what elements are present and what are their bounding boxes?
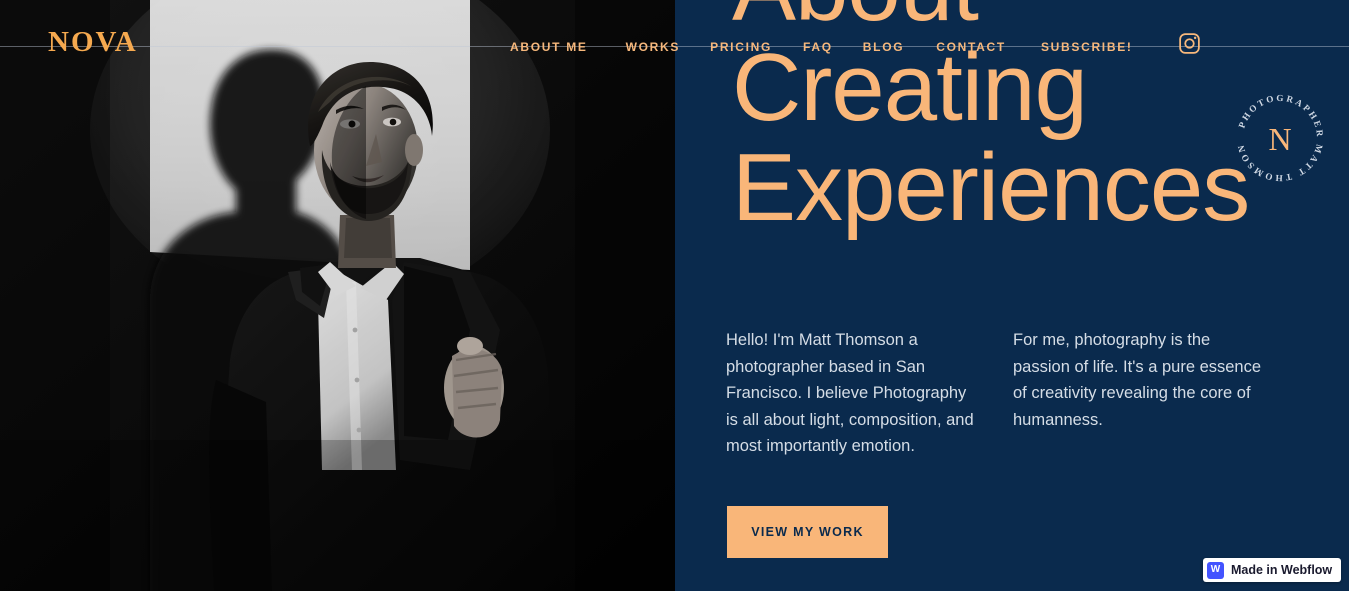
main-navigation: ABOUT ME WORKS PRICING FAQ BLOG CONTACT … xyxy=(510,33,1202,56)
nav-about-me[interactable]: ABOUT ME xyxy=(510,39,588,55)
nav-faq[interactable]: FAQ xyxy=(803,39,833,55)
about-paragraph-2: For me, photography is the passion of li… xyxy=(1013,331,1262,429)
nav-contact[interactable]: CONTACT xyxy=(936,39,1006,55)
nav-blog[interactable]: BLOG xyxy=(863,39,904,55)
made-in-webflow-badge[interactable]: W Made in Webflow xyxy=(1203,558,1342,582)
about-page: About Creating Experiences PHOTOGRAPHER … xyxy=(0,0,1349,591)
nav-pricing[interactable]: PRICING xyxy=(710,39,772,55)
webflow-logo-icon: W xyxy=(1207,561,1224,579)
instagram-icon[interactable] xyxy=(1177,31,1202,56)
made-in-webflow-label: Made in Webflow xyxy=(1231,562,1333,577)
about-paragraph-1: Hello! I'm Matt Thomson a photographer b… xyxy=(726,331,974,455)
brand-logo[interactable]: NOVA xyxy=(48,28,138,57)
seal-monogram: N xyxy=(1268,121,1291,157)
view-my-work-button[interactable]: VIEW MY WORK xyxy=(727,506,888,558)
instagram-glyph xyxy=(1178,33,1200,54)
nav-works[interactable]: WORKS xyxy=(626,39,681,55)
about-copy: Hello! I'm Matt Thomson a photographer b… xyxy=(726,327,1296,460)
site-header: NOVA ABOUT ME WORKS PRICING FAQ BLOG CON… xyxy=(0,0,1349,93)
about-copy-column-1: Hello! I'm Matt Thomson a photographer b… xyxy=(726,327,975,460)
nav-subscribe[interactable]: SUBSCRIBE! xyxy=(1041,39,1133,55)
about-copy-column-2: For me, photography is the passion of li… xyxy=(1013,327,1262,460)
photographer-seal-badge: PHOTOGRAPHER MATT THOMSON 2023 N xyxy=(1227,80,1330,188)
seal-svg: PHOTOGRAPHER MATT THOMSON 2023 N xyxy=(1227,80,1323,183)
